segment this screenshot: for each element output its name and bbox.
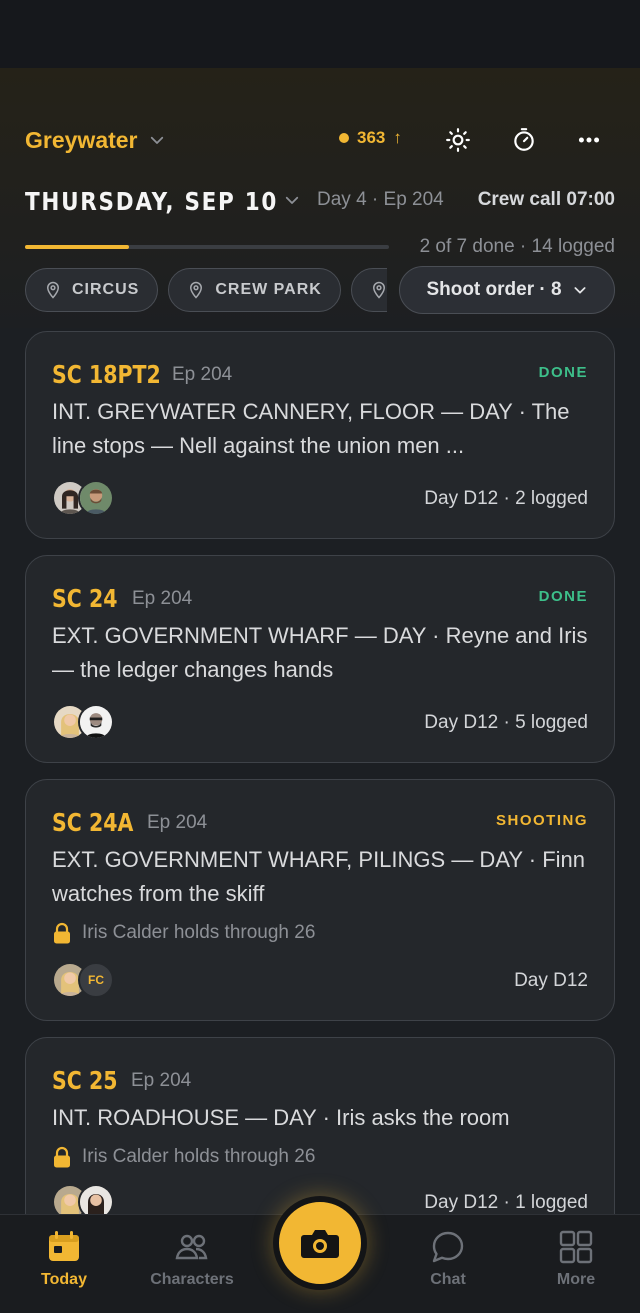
status-badge: DONE (538, 364, 588, 381)
camera-icon (301, 1230, 339, 1258)
scene-number: SC 24A (52, 808, 134, 837)
scene-meta: Day D12 · 2 logged (424, 488, 588, 509)
project-switcher[interactable]: Greywater (25, 127, 166, 154)
points-value: 363 (357, 128, 386, 147)
lock-icon (54, 922, 70, 944)
tab-label: More (556, 1271, 596, 1288)
scene-episode: Ep 204 (132, 588, 193, 609)
progress-track (25, 245, 389, 249)
grid-icon (559, 1230, 593, 1264)
chip-crew-park[interactable]: CREW PARK (168, 268, 341, 312)
arrow-up-icon: ↑ (393, 128, 402, 147)
status-badge: SHOOTING (495, 812, 588, 829)
cast-avatars: FC (52, 962, 114, 998)
day-episode: Day 4 · Ep 204 (317, 189, 444, 210)
location-pin-icon (46, 281, 60, 299)
chevron-down-icon (574, 287, 586, 294)
scene-description: INT. GREYWATER CANNERY, FLOOR — DAY · Th… (52, 399, 570, 458)
project-name: Greywater (25, 126, 138, 153)
date-title[interactable]: THURSDAY, SEP 10 (25, 187, 278, 216)
scene-description: EXT. GOVERNMENT WHARF — DAY · Reyne and … (52, 623, 588, 682)
scene-episode: Ep 204 (147, 812, 208, 833)
scene-card[interactable]: SC 24A Ep 204 SHOOTING EXT. GOVERNMENT W… (25, 779, 615, 1021)
scene-card[interactable]: SC 24 Ep 204 DONE EXT. GOVERNMENT WHARF … (25, 555, 615, 763)
chip-circus[interactable]: CIRCUS (25, 268, 159, 312)
points-dot-icon (339, 133, 349, 143)
hold-text: Iris Calder holds through 26 (82, 922, 316, 943)
avatar (78, 480, 114, 516)
scene-card[interactable]: SC 18PT2 Ep 204 DONE INT. GREYWATER CANN… (25, 331, 615, 539)
progress-text: 2 of 7 done · 14 logged (419, 236, 615, 257)
calendar-icon (49, 1231, 79, 1261)
scene-description: EXT. GOVERNMENT WHARF, PILINGS — DAY · F… (52, 847, 585, 906)
sort-label: Shoot order · 8 (426, 279, 562, 300)
avatar (78, 704, 114, 740)
hold-notice: Iris Calder holds through 26 (52, 922, 315, 944)
tab-chat[interactable]: Chat (398, 1229, 498, 1289)
day-progress: 2 of 7 done · 14 logged (25, 236, 615, 260)
scene-number: SC 25 (52, 1066, 118, 1095)
status-badge: DONE (538, 588, 588, 605)
cast-avatars (52, 704, 114, 740)
tab-characters[interactable]: Characters (142, 1229, 242, 1289)
timer-icon[interactable] (506, 122, 542, 158)
tab-label: Today (41, 1271, 87, 1288)
chat-icon (432, 1231, 464, 1263)
scene-meta: Day D12 · 1 logged (424, 1192, 588, 1213)
scene-description: INT. ROADHOUSE — DAY · Iris asks the roo… (52, 1105, 510, 1130)
avatar-initials: FC (78, 962, 114, 998)
scene-episode: Ep 204 (131, 1070, 192, 1091)
progress-fill (25, 245, 129, 249)
location-pin-icon (190, 281, 203, 299)
scene-meta: Day D12 · 5 logged (424, 712, 588, 733)
tab-more[interactable]: More (526, 1229, 626, 1289)
scene-meta: Day D12 (514, 970, 588, 991)
date-row: THURSDAY, SEP 10 Day 4 · Ep 204 Crew cal… (25, 182, 615, 220)
scene-number: SC 18PT2 (52, 360, 161, 389)
chevron-down-icon[interactable] (283, 191, 301, 209)
tab-label: Chat (430, 1271, 466, 1288)
chip-label: CIRCUS (72, 281, 140, 298)
brightness-icon[interactable] (440, 122, 476, 158)
crew-call: Crew call 07:00 (477, 189, 615, 210)
location-pin-icon (372, 281, 385, 299)
points-badge[interactable]: 363 ↑ (339, 128, 402, 148)
lock-icon (54, 1146, 70, 1168)
tab-today[interactable]: Today (14, 1229, 114, 1289)
top-bar: Greywater 363 ↑ (25, 122, 615, 158)
sort-dropdown[interactable]: Shoot order · 8 (399, 266, 615, 314)
cast-avatars (52, 480, 114, 516)
tab-label: Characters (150, 1271, 234, 1288)
camera-button[interactable] (273, 1196, 367, 1290)
scene-number: SC 24 (52, 584, 118, 613)
hold-notice: Iris Calder holds through 26 (52, 1146, 315, 1168)
status-bar (0, 0, 640, 68)
people-icon (175, 1234, 208, 1260)
more-icon[interactable] (571, 122, 607, 158)
scene-episode: Ep 204 (172, 364, 233, 385)
hold-text: Iris Calder holds through 26 (82, 1146, 316, 1167)
chip-location-3[interactable] (350, 268, 387, 312)
chip-label: CREW PARK (215, 281, 322, 298)
location-chips: CIRCUS CREW PARK (25, 268, 387, 312)
chevron-down-icon (150, 136, 163, 144)
